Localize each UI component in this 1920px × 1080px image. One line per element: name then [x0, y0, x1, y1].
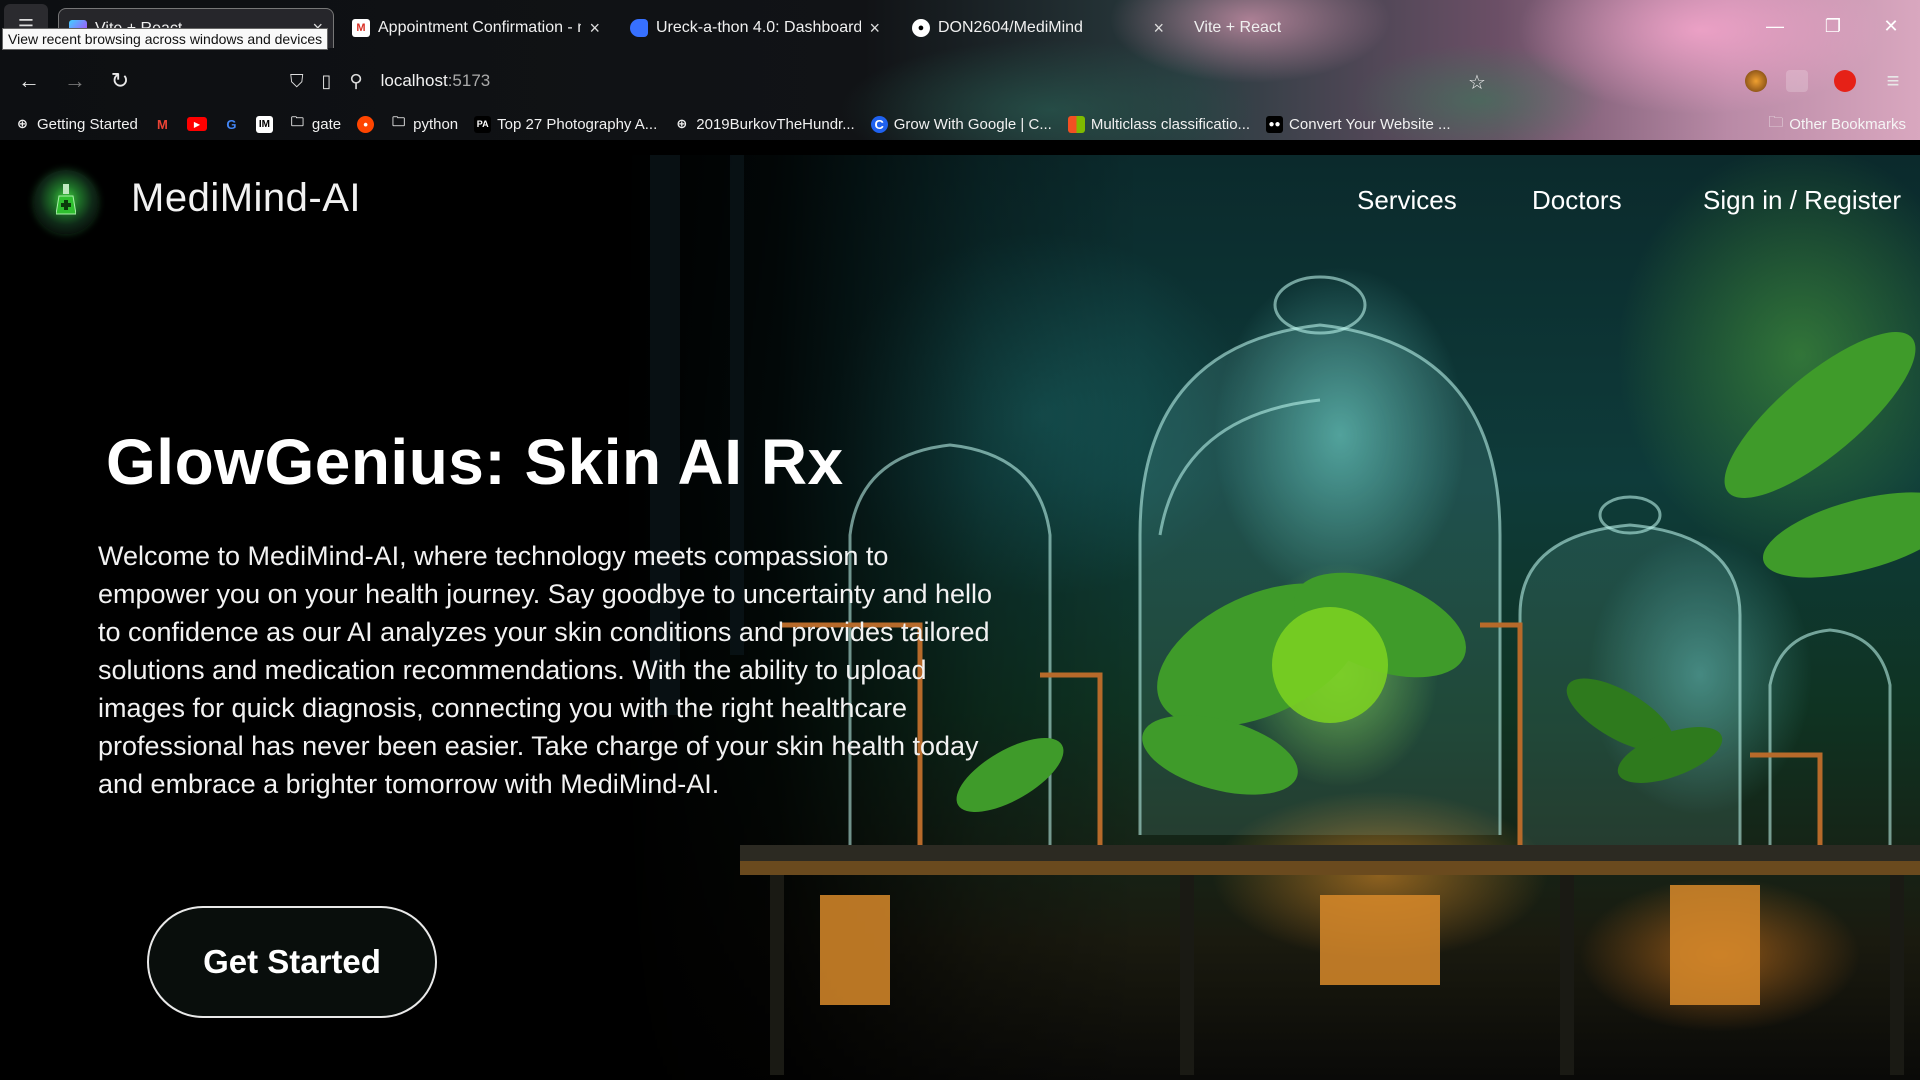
- page-viewport: MediMind-AI Services Doctors Sign in / R…: [0, 140, 1920, 1080]
- close-window-icon[interactable]: ✕: [1862, 0, 1920, 52]
- imdb-icon: IM: [255, 115, 273, 133]
- bookmark-gmail[interactable]: M: [154, 116, 171, 133]
- window-controls: — ❐ ✕: [1746, 0, 1920, 52]
- folder-icon: 🗀: [290, 114, 304, 129]
- hero-line: empower you on your health journey. Say …: [98, 579, 993, 609]
- nav-services-link[interactable]: Services: [1357, 185, 1457, 216]
- tab-appointment[interactable]: M Appointment Confirmation - m ×: [342, 8, 610, 48]
- devfolio-icon: [630, 19, 648, 37]
- restore-icon[interactable]: ❐: [1804, 0, 1862, 52]
- github-icon: ●: [912, 19, 930, 37]
- folder-icon: 🗀: [1768, 113, 1784, 131]
- extension-puzzle-icon[interactable]: [1786, 70, 1808, 92]
- bookmark-star-icon[interactable]: ☆: [1468, 70, 1486, 95]
- hero-line: and embrace a brighter tomorrow with Med…: [98, 769, 720, 799]
- close-icon[interactable]: ×: [589, 18, 600, 39]
- google-icon: G: [226, 116, 237, 132]
- bookmark-grow-with-google[interactable]: C Grow With Google | C...: [870, 115, 1052, 133]
- tab-title: Vite + React: [1194, 19, 1282, 36]
- brand-name[interactable]: MediMind-AI: [131, 176, 361, 221]
- tab-title: Ureck-a-thon 4.0: Dashboard | D: [656, 19, 862, 36]
- hero-line: to confidence as our AI analyzes your sk…: [98, 617, 990, 647]
- bookmark-folder-python[interactable]: 🗀 python: [390, 114, 458, 133]
- bookmark-multiclass[interactable]: Multiclass classificatio...: [1067, 115, 1250, 133]
- reddit-icon: •: [357, 115, 375, 133]
- globe-icon: ⊕: [17, 116, 28, 131]
- bookmark-reddit[interactable]: •: [357, 115, 375, 133]
- hero-title: GlowGenius: Skin AI Rx: [106, 426, 844, 498]
- nav-doctors-link[interactable]: Doctors: [1532, 185, 1622, 216]
- bookmark-getting-started[interactable]: ⊕ Getting Started: [14, 116, 138, 133]
- permissions-icon[interactable]: ⚲: [349, 71, 362, 92]
- hero-line: solutions and medication recommendations…: [98, 655, 927, 685]
- hero-line: professional has never been easier. Take…: [98, 731, 979, 761]
- hero-description: Welcome to MediMind-AI, where technology…: [98, 537, 1018, 803]
- close-icon[interactable]: ×: [869, 18, 880, 39]
- microsoft-icon: [1067, 115, 1085, 133]
- reload-button[interactable]: ↻: [103, 64, 137, 98]
- shield-icon[interactable]: ⛉: [290, 71, 304, 92]
- close-icon[interactable]: ×: [1153, 18, 1164, 39]
- youtube-extension-icon[interactable]: [1834, 70, 1856, 92]
- nav-signin-link[interactable]: Sign in / Register: [1703, 185, 1901, 216]
- globe-icon: ⊕: [676, 116, 688, 131]
- back-button[interactable]: ←: [12, 64, 46, 98]
- browser-chrome: ☰ Vite + React × M Appointment Confirmat…: [0, 0, 1920, 140]
- tooltip: View recent browsing across windows and …: [2, 28, 329, 50]
- bookmark-google[interactable]: G: [223, 116, 240, 133]
- tab-title: Appointment Confirmation - m: [378, 19, 582, 36]
- tab-title: DON2604/MediMind: [938, 19, 1083, 36]
- bookmarks-bar: ⊕ Getting Started M ▶ G IM 🗀 gate • 🗀 pytho…: [0, 108, 1920, 140]
- tab-vite-react[interactable]: Vite + React: [1184, 8, 1454, 48]
- hero-line: images for quick diagnosis, connecting y…: [98, 693, 907, 723]
- bookmark-convert-website[interactable]: ●● Convert Your Website ...: [1266, 115, 1451, 133]
- menu-icon[interactable]: ≡: [1876, 64, 1910, 98]
- gmail-icon: M: [156, 116, 168, 132]
- flask-logo-icon: [56, 184, 76, 215]
- url-text[interactable]: localhost:5173: [381, 71, 491, 91]
- bookmark-photography[interactable]: PA Top 27 Photography A...: [474, 115, 657, 133]
- bookmark-youtube[interactable]: ▶: [186, 117, 207, 131]
- logo[interactable]: [34, 170, 98, 234]
- youtube-icon: ▶: [186, 117, 207, 131]
- pa-icon: PA: [474, 115, 492, 133]
- gmail-icon: M: [352, 19, 370, 37]
- hero-line: Welcome to MediMind-AI, where technology…: [98, 541, 889, 571]
- page-icon[interactable]: ▯: [322, 71, 332, 92]
- bookmark-burkov[interactable]: ⊕ 2019BurkovTheHundr...: [673, 116, 854, 133]
- coursera-icon: C: [870, 115, 888, 133]
- tab-github[interactable]: ● DON2604/MediMind ×: [902, 8, 1174, 48]
- bookmark-folder-gate[interactable]: 🗀 gate: [289, 114, 341, 133]
- medium-icon: ●●: [1266, 115, 1284, 133]
- get-started-button[interactable]: Get Started: [147, 906, 437, 1018]
- tab-ureckathon[interactable]: Ureck-a-thon 4.0: Dashboard | D ×: [620, 8, 890, 48]
- navigation-toolbar: ← → ↻ ⛉ ▯ ⚲ localhost:5173 ☆ ≡: [0, 58, 1920, 104]
- bookmark-imdb[interactable]: IM: [255, 115, 273, 133]
- folder-icon: 🗀: [392, 114, 406, 129]
- address-bar[interactable]: ⛉ ▯ ⚲ localhost:5173: [290, 64, 490, 98]
- other-bookmarks[interactable]: 🗀 Other Bookmarks: [1768, 108, 1906, 140]
- minimize-icon[interactable]: —: [1746, 0, 1804, 52]
- forward-button[interactable]: →: [58, 64, 92, 98]
- extension-icon[interactable]: [1745, 70, 1767, 92]
